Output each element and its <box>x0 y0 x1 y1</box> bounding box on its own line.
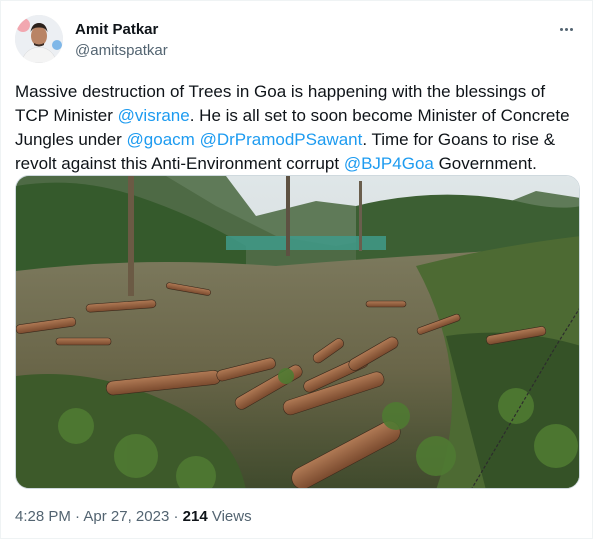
mention-link[interactable]: @goacm <box>127 130 195 149</box>
tweet-card[interactable]: Amit Patkar @amitspatkar Massive destruc… <box>0 0 593 539</box>
more-horizontal-icon[interactable] <box>554 21 578 37</box>
views-label: Views <box>207 508 252 525</box>
more-dot <box>564 27 568 31</box>
avatar[interactable] <box>15 15 63 63</box>
meta-separator: · <box>169 508 183 525</box>
mention-link[interactable]: @BJP4Goa <box>344 154 434 173</box>
meta-separator: · <box>70 508 84 525</box>
author-name[interactable]: Amit Patkar <box>75 21 168 39</box>
mention-link[interactable]: @visrane <box>118 106 190 125</box>
tweet-meta: 4:28 PM · Apr 27, 2023 · 214 Views <box>15 507 252 527</box>
tweet-time[interactable]: 4:28 PM <box>15 508 71 525</box>
mention-link[interactable]: @DrPramodPSawant <box>200 130 363 149</box>
felled-trees-photo <box>16 176 579 488</box>
author-handle[interactable]: @amitspatkar <box>75 42 168 60</box>
avatar-image <box>15 15 63 63</box>
views-count: 214 <box>182 508 208 525</box>
author-names: Amit Patkar @amitspatkar <box>75 21 168 60</box>
more-dot <box>559 27 563 31</box>
tweet-text-part: Government. <box>433 154 537 173</box>
more-dot <box>569 27 573 31</box>
tweet-header: Amit Patkar @amitspatkar <box>15 15 578 65</box>
tweet-photo[interactable] <box>15 175 580 489</box>
tweet-date[interactable]: Apr 27, 2023 <box>83 508 169 525</box>
tweet-text: Massive destruction of Trees in Goa is h… <box>15 80 580 176</box>
